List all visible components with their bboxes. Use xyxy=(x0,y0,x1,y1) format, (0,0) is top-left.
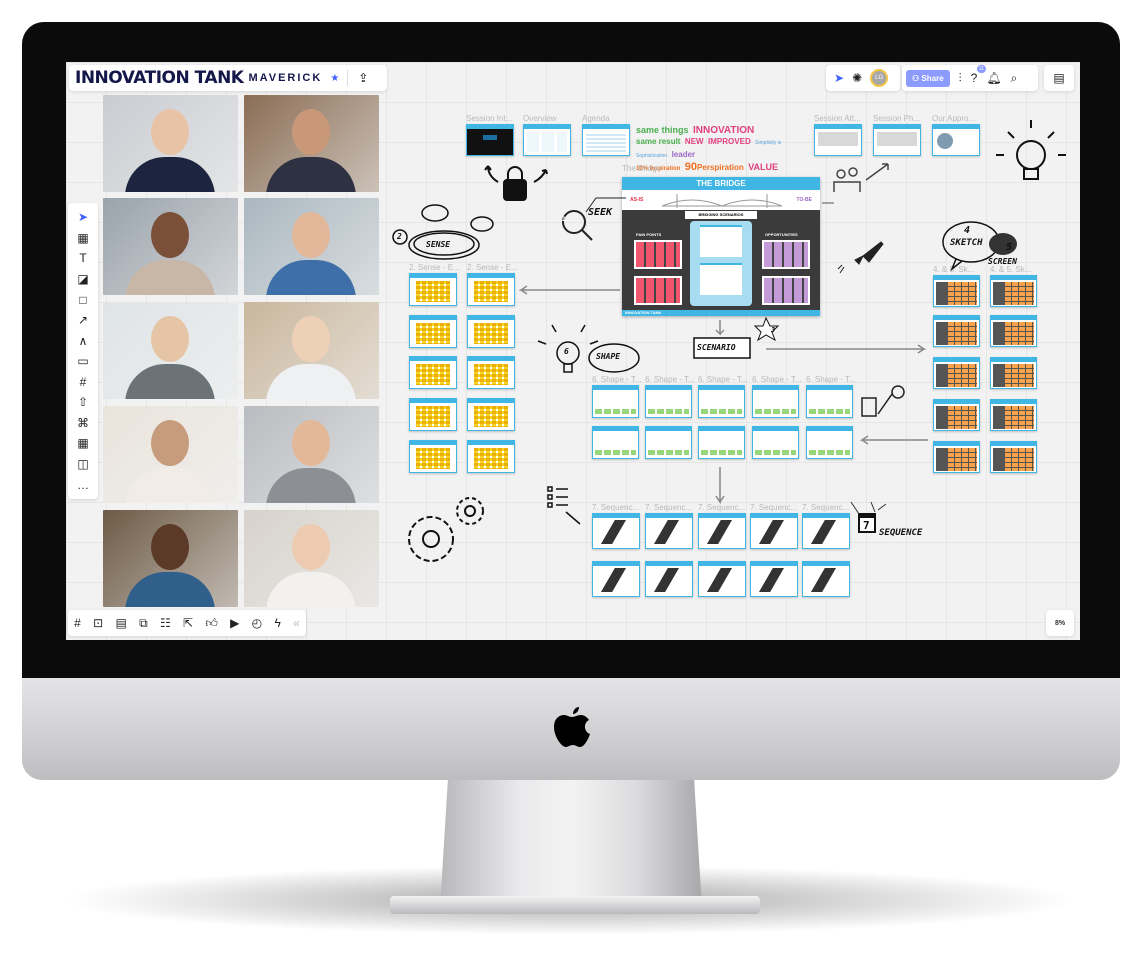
seek-number: 1 xyxy=(562,216,566,223)
sequence-number: 7 xyxy=(863,519,870,532)
miro-board-canvas[interactable]: INNOVATION TANK MAVERICK ★ ⇪ ➤ ✺ LG ⚇ Sh… xyxy=(66,62,1080,640)
arrow-to-sense xyxy=(518,285,620,295)
monitor-stand xyxy=(440,780,702,908)
monitor-chin xyxy=(22,678,1120,780)
shape-bulb-icon xyxy=(537,324,640,373)
arrow-to-shape xyxy=(859,435,928,445)
magnifier-icon xyxy=(562,197,626,241)
shape-number: 6 xyxy=(564,347,569,356)
gears-icon xyxy=(408,497,484,562)
monitor-base xyxy=(390,896,760,914)
sense-label: SENSE xyxy=(426,240,451,249)
sequence-label: SEQUENCE xyxy=(879,528,923,538)
screen-number: 5 xyxy=(1006,242,1013,253)
lightbulb-icon xyxy=(996,120,1066,180)
arrow-to-sketch xyxy=(766,344,927,354)
people-icon xyxy=(833,163,889,192)
lock-icon xyxy=(484,165,548,201)
shape-label: SHAPE xyxy=(596,352,621,361)
scenario-label: SCENARIO xyxy=(697,343,736,352)
seek-label: SEEK xyxy=(588,207,613,218)
scenario-number: 3 xyxy=(771,326,776,334)
sketch-number: 4 xyxy=(964,225,971,236)
sense-number: 2 xyxy=(397,232,402,241)
screen-bubble-icon xyxy=(989,233,1017,255)
writing-icon xyxy=(861,385,905,417)
rocket-icon xyxy=(837,241,884,274)
screen-label: SCREEN xyxy=(988,257,1017,266)
sketch-label: SKETCH xyxy=(950,238,983,248)
checklist-icon xyxy=(547,486,581,525)
sense-bubble-icon xyxy=(392,204,494,260)
arrow-to-scenario xyxy=(715,320,725,336)
arrow-to-sequence xyxy=(715,467,725,505)
doodles xyxy=(392,120,1066,562)
apple-logo-icon xyxy=(554,707,590,747)
